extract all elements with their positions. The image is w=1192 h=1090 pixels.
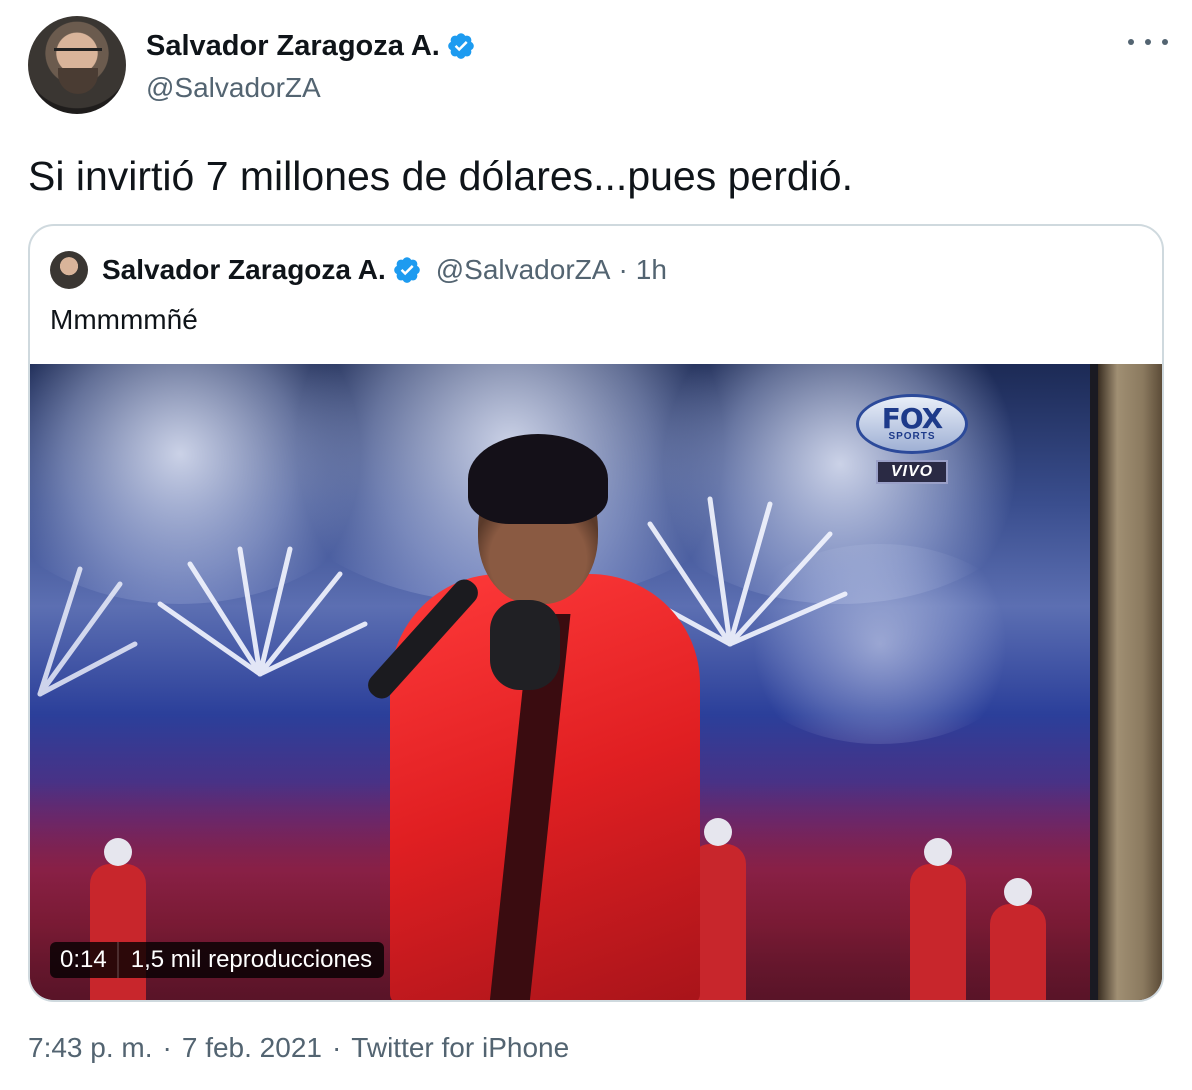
quoted-separator: · (618, 254, 628, 285)
video-duration: 0:14 (50, 942, 117, 978)
quoted-tweet-text: Mmmmmñé (50, 304, 198, 335)
broadcaster-logo-subtext: SPORTS (888, 431, 936, 442)
broadcaster-logo-text: FOX (881, 402, 944, 435)
firework-burst (37, 566, 138, 697)
quoted-author-handle: @SalvadorZA (435, 254, 611, 285)
tweet-header: Salvador Zaragoza A. @SalvadorZA (28, 16, 1168, 116)
dancer (90, 838, 146, 1000)
performer-hair (468, 434, 608, 524)
quoted-tweet-age: 1h (635, 254, 667, 285)
author-avatar[interactable] (28, 16, 126, 114)
author-handle[interactable]: @SalvadorZA (146, 72, 476, 104)
author-name-row: Salvador Zaragoza A. (146, 28, 476, 64)
author-info[interactable]: Salvador Zaragoza A. @SalvadorZA (146, 28, 476, 104)
tweet-date[interactable]: 7 feb. 2021 (182, 1032, 322, 1064)
video-player[interactable]: FOX SPORTS VIVO 0:14 1,5 mil reproduccio… (30, 364, 1162, 1000)
more-dot (1162, 39, 1168, 45)
tweet-text: Si invirtió 7 millones de dólares...pues… (28, 153, 853, 199)
broadcaster-logo: FOX SPORTS (856, 394, 968, 454)
live-badge: VIVO (876, 460, 948, 484)
quoted-author-name: Salvador Zaragoza A. (102, 254, 386, 285)
performer-glove (490, 600, 560, 690)
avatar-glasses (54, 48, 102, 58)
quoted-tweet[interactable]: Salvador Zaragoza A. @SalvadorZA · 1h Mm… (28, 224, 1164, 1002)
more-options-icon[interactable] (1128, 30, 1168, 54)
tweet-source[interactable]: Twitter for iPhone (351, 1032, 569, 1064)
quoted-tweet-header: Salvador Zaragoza A. @SalvadorZA · 1h (50, 250, 667, 290)
dancer (910, 838, 966, 1000)
firework-burst (157, 546, 368, 677)
tv-frame (1098, 364, 1162, 1000)
footer-separator: · (331, 1032, 342, 1063)
author-name[interactable]: Salvador Zaragoza A. (146, 30, 440, 63)
tweet-footer: 7:43 p. m. · 7 feb. 2021 · Twitter for i… (28, 1032, 569, 1064)
video-overlay: 0:14 1,5 mil reproducciones (50, 942, 385, 978)
avatar-beard (58, 68, 98, 94)
video-view-count: 1,5 mil reproducciones (116, 942, 385, 978)
footer-separator: · (162, 1032, 172, 1063)
verified-badge-icon (448, 33, 474, 59)
quoted-author-avatar (50, 251, 88, 289)
verified-badge-icon (393, 257, 420, 283)
tv-bezel (1090, 364, 1098, 1000)
more-dot (1145, 39, 1151, 45)
dancer (990, 878, 1046, 1000)
tweet-time[interactable]: 7:43 p. m. (28, 1032, 153, 1064)
more-dot (1128, 39, 1134, 45)
